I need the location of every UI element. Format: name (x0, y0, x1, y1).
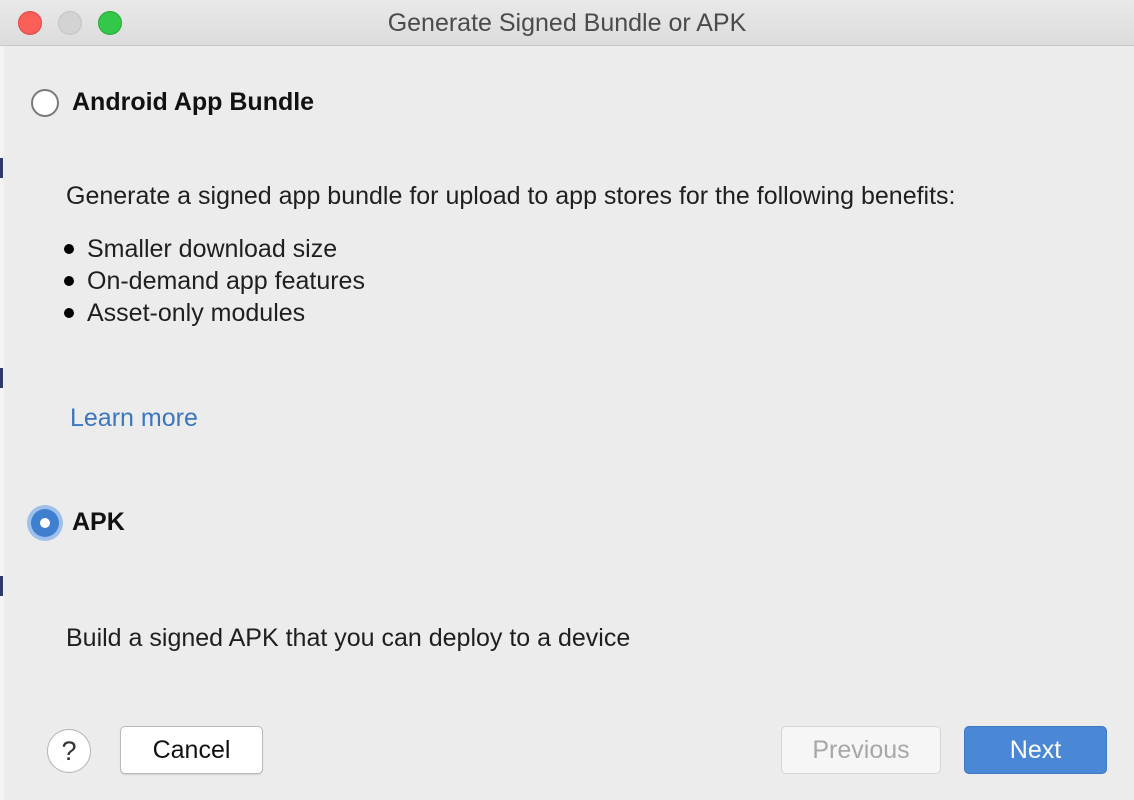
window-title: Generate Signed Bundle or APK (387, 9, 747, 37)
bullet-icon (64, 308, 74, 318)
learn-more-link[interactable]: Learn more (70, 404, 198, 433)
help-button[interactable]: ? (47, 729, 91, 773)
background-editor-strip (0, 46, 4, 800)
list-item: On-demand app features (64, 266, 365, 298)
benefits-list: Smaller download size On-demand app feat… (64, 234, 365, 330)
benefit-text: Asset-only modules (87, 299, 306, 327)
bundle-description: Generate a signed app bundle for upload … (66, 182, 956, 210)
title-bar: Generate Signed Bundle or APK (0, 0, 1134, 46)
previous-button[interactable]: Previous (781, 726, 941, 774)
dialog-window: Generate Signed Bundle or APK Android Ap… (0, 0, 1134, 800)
list-item: Smaller download size (64, 234, 365, 266)
help-icon: ? (61, 736, 77, 766)
benefit-text: On-demand app features (87, 267, 365, 295)
bullet-icon (64, 276, 74, 286)
cancel-button[interactable]: Cancel (120, 726, 263, 774)
apk-description: Build a signed APK that you can deploy t… (66, 624, 631, 652)
option-apk-label[interactable]: APK (72, 508, 125, 537)
option-android-app-bundle-label[interactable]: Android App Bundle (72, 88, 314, 117)
list-item: Asset-only modules (64, 298, 365, 330)
radio-unchecked-icon[interactable] (31, 89, 59, 117)
benefit-text: Smaller download size (87, 235, 338, 263)
radio-checked-icon[interactable] (27, 505, 63, 541)
next-button[interactable]: Next (964, 726, 1107, 774)
bullet-icon (64, 244, 74, 254)
